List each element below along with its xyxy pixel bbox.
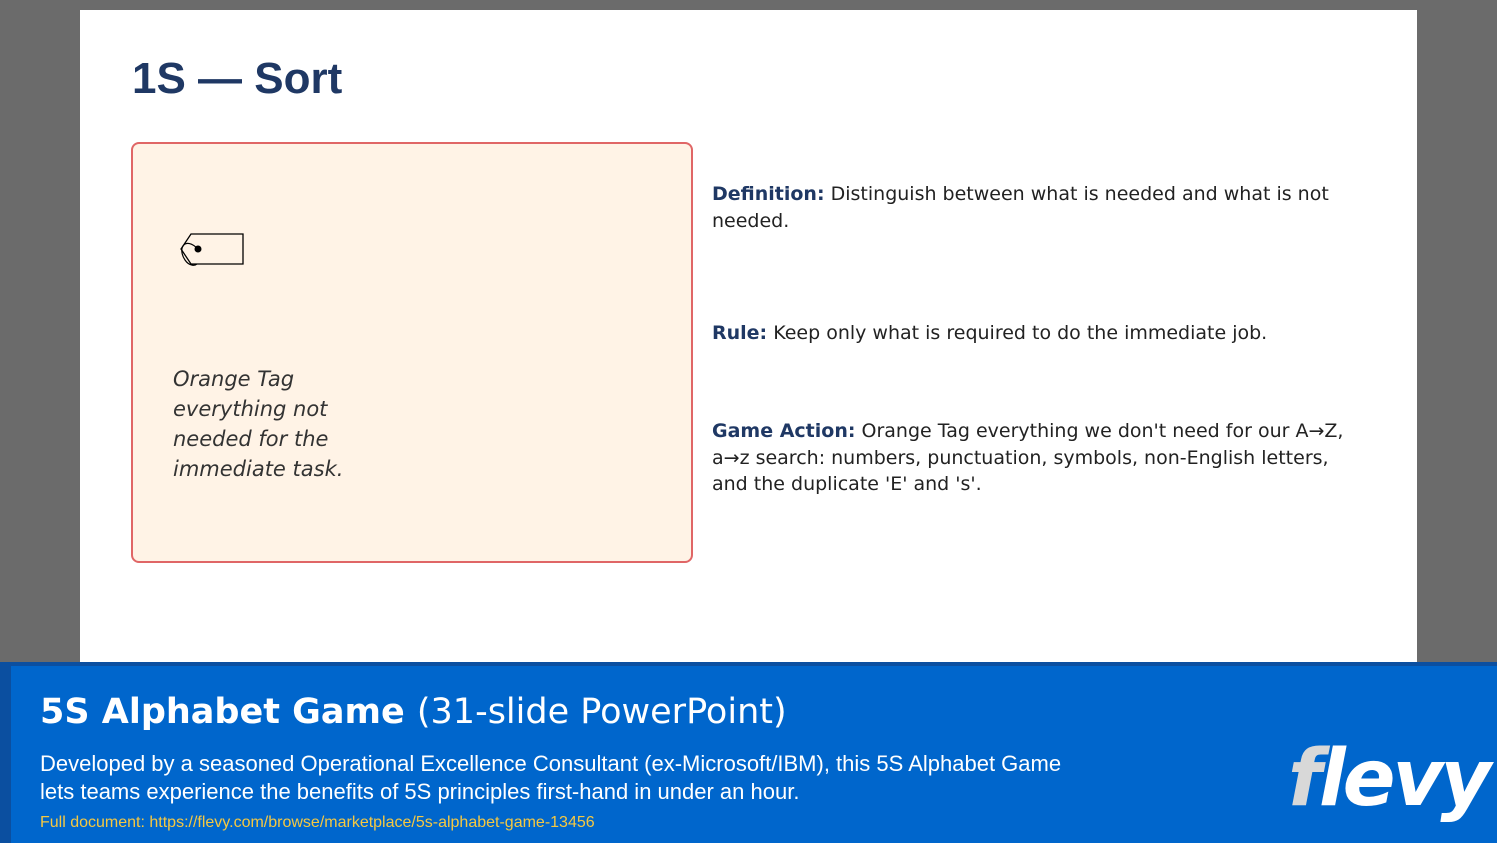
banner-title-bold: 5S Alphabet Game — [40, 692, 405, 732]
flevy-logo[interactable]: flevy — [1288, 734, 1491, 824]
full-document-link[interactable]: Full document: https://flevy.com/browse/… — [40, 814, 595, 832]
banner-edge — [0, 666, 11, 843]
definition-label: Definition: — [712, 183, 825, 205]
promo-banner: 5S Alphabet Game (31-slide PowerPoint) D… — [0, 662, 1497, 843]
logo-first-letter: f — [1288, 734, 1322, 824]
tag-caption: Orange Tag everything not needed for the… — [173, 367, 344, 481]
rule-block: Rule: Keep only what is required to do t… — [712, 320, 1362, 347]
banner-title: 5S Alphabet Game (31-slide PowerPoint) — [40, 692, 787, 732]
game-action-label: Game Action: — [712, 420, 856, 442]
slide-title: 1S — Sort — [132, 54, 343, 103]
slide: 1S — Sort Orange Tag everything not need… — [80, 10, 1417, 662]
rule-text: Keep only what is required to do the imm… — [773, 322, 1268, 344]
definition-block: Definition: Distinguish between what is … — [712, 181, 1362, 234]
banner-title-normal: (31-slide PowerPoint) — [416, 692, 787, 732]
game-action-block: Game Action: Orange Tag everything we do… — [712, 418, 1362, 498]
banner-description: Developed by a seasoned Operational Exce… — [40, 751, 1062, 804]
rule-label: Rule: — [712, 322, 768, 344]
logo-rest: levy — [1318, 734, 1491, 824]
tag-icon — [177, 226, 247, 271]
tag-card: Orange Tag everything not needed for the… — [131, 142, 693, 563]
